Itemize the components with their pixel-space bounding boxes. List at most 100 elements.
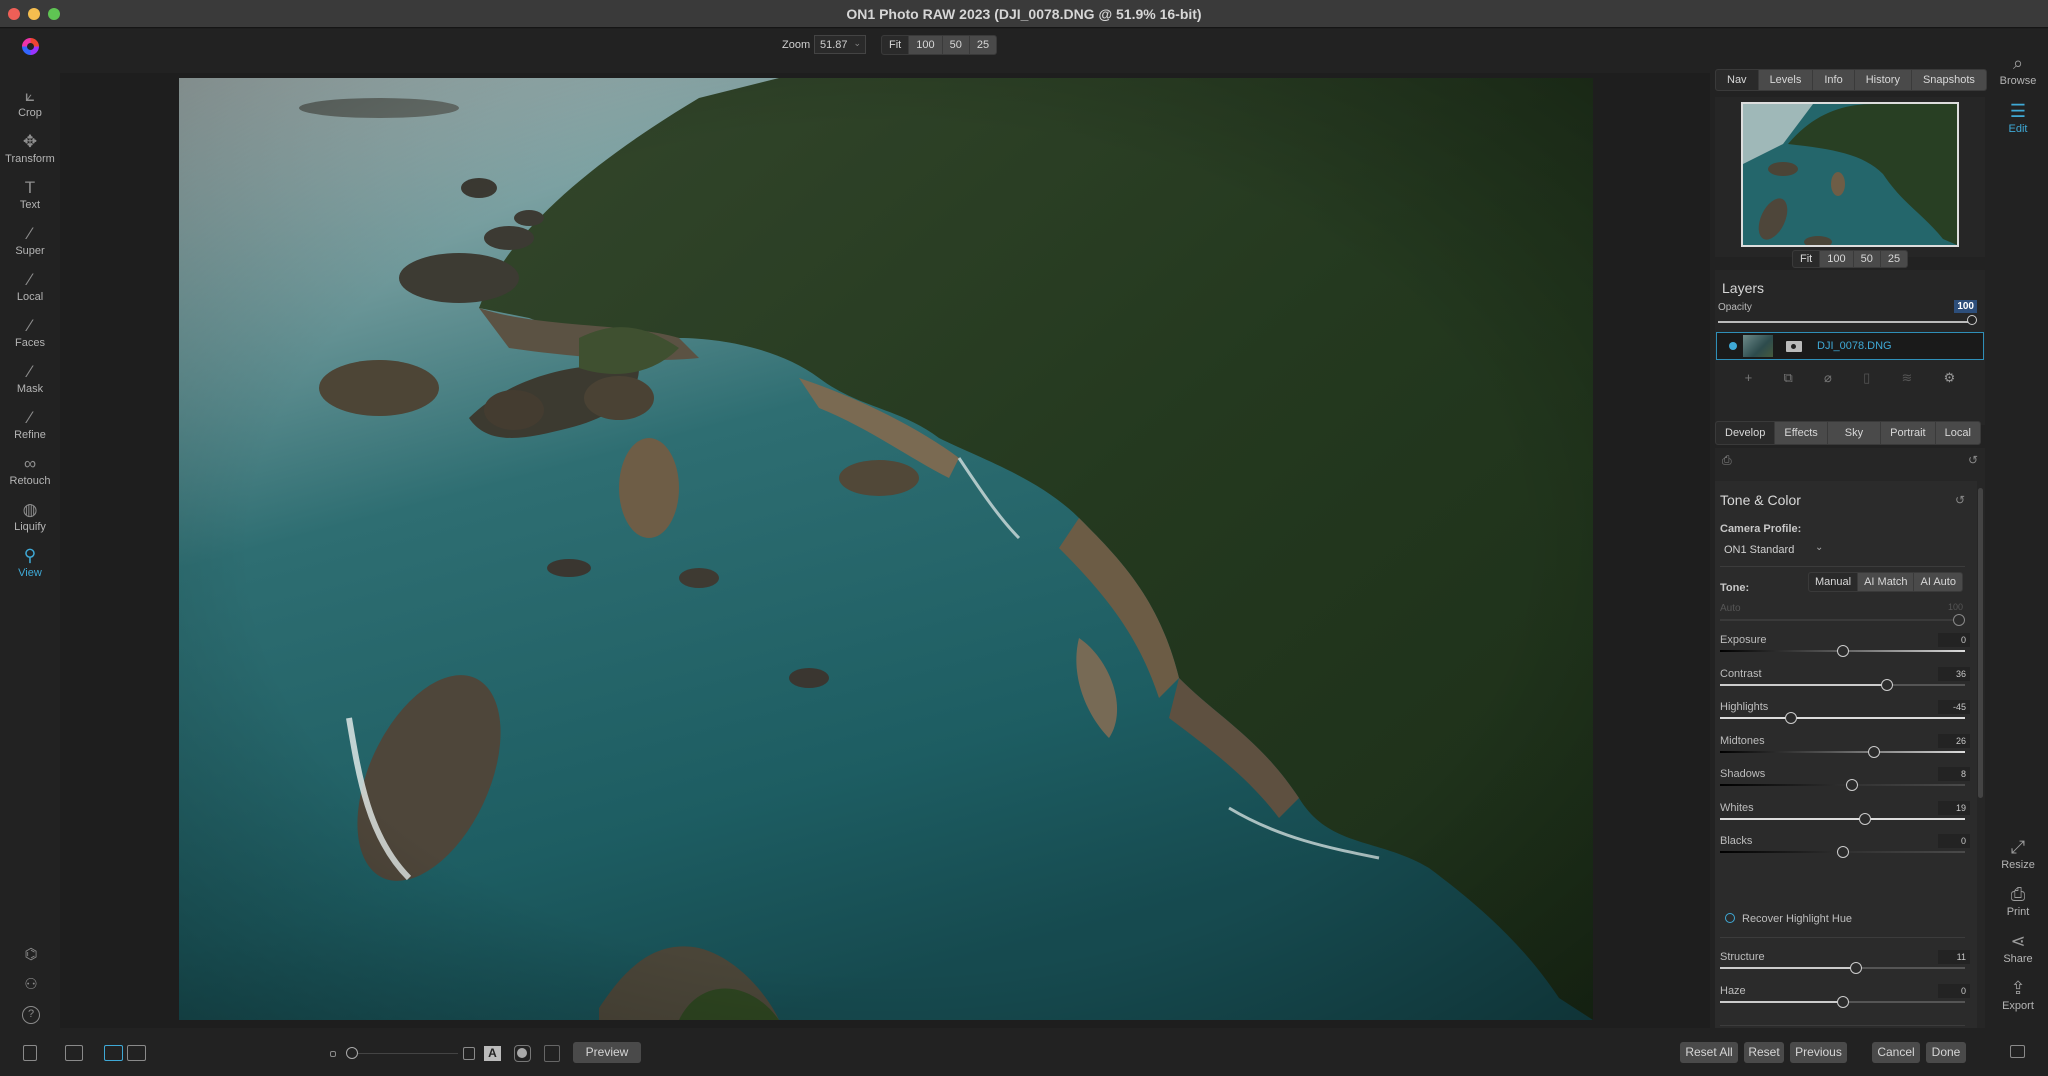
- slider-track[interactable]: [1720, 784, 1965, 786]
- slider-haze[interactable]: Haze 0: [1720, 984, 1970, 1019]
- slider-handle[interactable]: [1837, 996, 1849, 1008]
- slider-handle[interactable]: [1868, 745, 1880, 758]
- layer-mask-icon[interactable]: [1786, 341, 1802, 352]
- tool-super[interactable]: ⁄ Super: [0, 223, 60, 257]
- nav-zoom-fit-button[interactable]: Fit: [1793, 251, 1821, 267]
- extensions-icon[interactable]: ⌬: [22, 946, 40, 964]
- opacity-value[interactable]: 100: [1954, 300, 1977, 313]
- reset-all-button[interactable]: Reset All: [1680, 1042, 1738, 1063]
- slider-handle[interactable]: [1837, 645, 1849, 657]
- ai-mask-icon[interactable]: A: [484, 1046, 501, 1061]
- compare-view-icon[interactable]: [127, 1045, 146, 1061]
- slider-handle[interactable]: [1846, 779, 1858, 791]
- tab-history[interactable]: History: [1855, 70, 1912, 90]
- tab-effects[interactable]: Effects: [1775, 422, 1828, 444]
- slider-highlights[interactable]: Highlights -45: [1720, 700, 1970, 735]
- tool-refine[interactable]: ⁄ Refine: [0, 407, 60, 441]
- done-button[interactable]: Done: [1926, 1042, 1966, 1063]
- tab-snapshots[interactable]: Snapshots: [1912, 70, 1986, 90]
- tone-manual-button[interactable]: Manual: [1809, 573, 1859, 591]
- slider-value[interactable]: 0: [1938, 834, 1970, 848]
- navigator-thumbnail[interactable]: [1741, 102, 1959, 247]
- save-preset-icon[interactable]: ⎙: [1722, 453, 1732, 468]
- module-print[interactable]: ⎙ Print: [1988, 882, 2048, 918]
- tab-develop[interactable]: Develop: [1716, 422, 1776, 444]
- tool-liquify[interactable]: ◍ Liquify: [0, 499, 60, 533]
- chevron-down-icon[interactable]: ⌄: [1815, 542, 1823, 553]
- tone-ai-match-button[interactable]: AI Match: [1858, 573, 1915, 591]
- slider-structure[interactable]: Structure 11: [1720, 950, 1970, 985]
- nav-zoom-25-button[interactable]: 25: [1881, 251, 1907, 267]
- opacity-slider-track[interactable]: [1718, 321, 1972, 323]
- slider-track[interactable]: [1720, 817, 1965, 820]
- camera-profile-dropdown[interactable]: ON1 Standard: [1724, 544, 1794, 556]
- slider-value[interactable]: 11: [1938, 950, 1970, 964]
- tab-levels[interactable]: Levels: [1759, 70, 1814, 90]
- cancel-button[interactable]: Cancel: [1872, 1042, 1920, 1063]
- module-browse[interactable]: ⌕ Browse: [1988, 51, 2048, 87]
- tool-local[interactable]: ⁄ Local: [0, 269, 60, 303]
- slider-value[interactable]: -45: [1938, 700, 1970, 714]
- mask-overlay-icon[interactable]: [463, 1047, 475, 1060]
- slider-shadows[interactable]: Shadows 8: [1720, 767, 1970, 802]
- tab-sky[interactable]: Sky: [1828, 422, 1882, 444]
- checkmark-icon[interactable]: [544, 1045, 560, 1062]
- slider-handle[interactable]: [1785, 712, 1797, 724]
- auto-slider-handle[interactable]: [1953, 614, 1965, 626]
- brush-size-slider-handle[interactable]: [346, 1047, 358, 1059]
- layer-visibility-toggle[interactable]: [1729, 342, 1737, 350]
- single-view-icon[interactable]: [104, 1045, 123, 1061]
- zoom-fit-button[interactable]: Fit: [882, 36, 910, 54]
- tab-portrait[interactable]: Portrait: [1881, 422, 1936, 444]
- slider-handle[interactable]: [1859, 812, 1871, 825]
- previous-button[interactable]: Previous: [1790, 1042, 1847, 1063]
- reset-develop-icon[interactable]: ↺: [1968, 453, 1978, 467]
- photo-preview[interactable]: [179, 78, 1593, 1020]
- slider-track[interactable]: [1720, 750, 1965, 753]
- slider-handle[interactable]: [1837, 846, 1849, 858]
- radio-icon[interactable]: [1725, 913, 1735, 923]
- slider-handle[interactable]: [1850, 962, 1862, 974]
- fill-icon[interactable]: ⌀: [1824, 370, 1832, 386]
- opacity-slider-handle[interactable]: [1967, 315, 1977, 325]
- zoom-25-button[interactable]: 25: [970, 36, 996, 54]
- slider-midtones[interactable]: Midtones 26: [1720, 733, 1970, 769]
- recover-highlight-hue-toggle[interactable]: Recover Highlight Hue: [1725, 913, 1852, 925]
- slider-value[interactable]: 26: [1938, 733, 1970, 748]
- tone-ai-auto-button[interactable]: AI Auto: [1914, 573, 1961, 591]
- delete-layer-icon[interactable]: ▯: [1863, 370, 1870, 386]
- tool-crop[interactable]: ⟀ Crop: [0, 85, 60, 119]
- reset-button[interactable]: Reset: [1744, 1042, 1784, 1063]
- slider-contrast[interactable]: Contrast 36: [1720, 666, 1970, 702]
- auto-slider[interactable]: [1720, 603, 1970, 637]
- slider-blacks[interactable]: Blacks 0: [1720, 834, 1970, 869]
- settings-icon[interactable]: ⚙: [1944, 370, 1956, 386]
- mask-view-icon[interactable]: [514, 1045, 531, 1062]
- panel-scrollbar[interactable]: [1978, 488, 1983, 798]
- slider-handle[interactable]: [1881, 678, 1893, 691]
- module-edit[interactable]: ☰ Edit: [1988, 99, 2048, 135]
- toggle-left-panel-icon[interactable]: [23, 1045, 37, 1061]
- module-export[interactable]: ⇪ Export: [1988, 976, 2048, 1012]
- account-icon[interactable]: ⚇: [22, 976, 40, 994]
- layer-row[interactable]: DJI_0078.DNG: [1716, 332, 1984, 360]
- slider-exposure[interactable]: Exposure 0: [1720, 633, 1970, 668]
- tab-info[interactable]: Info: [1813, 70, 1855, 90]
- nav-zoom-100-button[interactable]: 100: [1820, 251, 1854, 267]
- tab-local[interactable]: Local: [1936, 422, 1980, 444]
- zoom-100-button[interactable]: 100: [909, 36, 943, 54]
- module-share[interactable]: ⋖ Share: [1988, 929, 2048, 965]
- slider-value[interactable]: 0: [1938, 984, 1970, 998]
- toggle-right-panel-icon[interactable]: [2010, 1045, 2025, 1058]
- slider-track[interactable]: [1720, 717, 1965, 719]
- slider-value[interactable]: 36: [1938, 666, 1970, 681]
- nav-zoom-50-button[interactable]: 50: [1854, 251, 1881, 267]
- preview-button[interactable]: Preview: [573, 1042, 641, 1063]
- tool-mask[interactable]: ⁄ Mask: [0, 361, 60, 395]
- image-canvas[interactable]: [60, 73, 1710, 1028]
- brush-size-slider-track[interactable]: [358, 1053, 458, 1054]
- zoom-50-button[interactable]: 50: [943, 36, 970, 54]
- slider-value[interactable]: 8: [1938, 767, 1970, 781]
- tool-view[interactable]: ⚲ View: [0, 545, 60, 579]
- tool-retouch[interactable]: ∞ Retouch: [0, 453, 60, 487]
